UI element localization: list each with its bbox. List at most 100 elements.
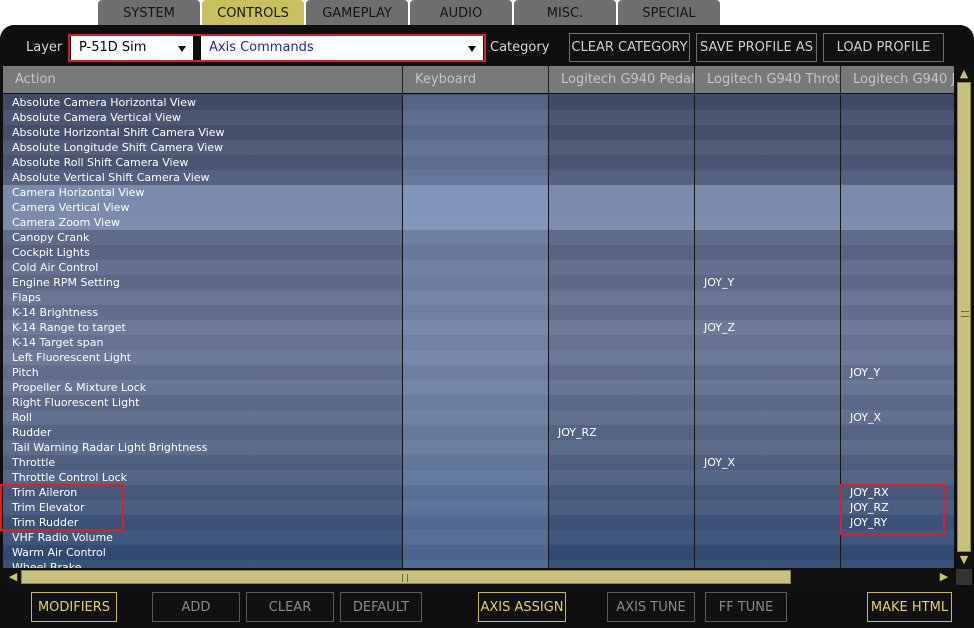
action-cell[interactable]: Flaps [3,290,403,305]
throttle-cell[interactable] [695,95,841,110]
pedals-cell[interactable] [549,230,695,245]
keyboard-cell[interactable] [403,470,549,485]
tab-misc[interactable]: MISC. [514,0,616,27]
keyboard-cell[interactable] [403,485,549,500]
keyboard-cell[interactable] [403,95,549,110]
action-cell[interactable]: Absolute Roll Shift Camera View [3,155,403,170]
keyboard-cell[interactable] [403,200,549,215]
pedals-cell[interactable] [549,335,695,350]
horizontal-scrollbar[interactable]: ◀ ▶ [3,569,954,585]
scroll-down-icon[interactable]: ▼ [956,552,972,568]
joystick-cell[interactable]: JOY_RY [841,515,954,530]
keyboard-cell[interactable] [403,185,549,200]
vertical-scroll-thumb[interactable] [957,82,971,552]
column-header-keyboard[interactable]: Keyboard [403,66,549,94]
table-row[interactable]: Trim Elevator JOY_RZ [3,500,954,515]
pedals-cell[interactable] [549,275,695,290]
joystick-cell[interactable] [841,305,954,320]
action-cell[interactable]: Absolute Camera Vertical View [3,110,403,125]
pedals-cell[interactable] [549,380,695,395]
pedals-cell[interactable] [549,470,695,485]
joystick-cell[interactable] [841,335,954,350]
pedals-cell[interactable] [549,485,695,500]
throttle-cell[interactable] [695,140,841,155]
column-header-throttle[interactable]: Logitech G940 Throttle [695,66,841,94]
joystick-cell[interactable] [841,230,954,245]
pedals-cell[interactable] [549,395,695,410]
pedals-cell[interactable] [549,515,695,530]
keyboard-cell[interactable] [403,560,549,568]
keyboard-cell[interactable] [403,320,549,335]
joystick-cell[interactable] [841,560,954,568]
action-cell[interactable]: Camera Horizontal View [3,185,403,200]
table-row[interactable]: Engine RPM Setting JOY_Y [3,275,954,290]
add-button[interactable]: ADD [152,592,240,622]
pedals-cell[interactable] [549,350,695,365]
table-row[interactable]: K-14 Range to target JOY_Z [3,320,954,335]
table-row[interactable]: Wheel Brake [3,560,954,568]
pedals-cell[interactable] [549,215,695,230]
throttle-cell[interactable] [695,500,841,515]
axis-tune-button[interactable]: AXIS TUNE [607,592,695,622]
keyboard-cell[interactable] [403,530,549,545]
tab-special[interactable]: SPECIAL [618,0,720,27]
joystick-cell[interactable] [841,110,954,125]
pedals-cell[interactable] [549,410,695,425]
table-row[interactable]: K-14 Target span [3,335,954,350]
throttle-cell[interactable] [695,170,841,185]
default-button[interactable]: DEFAULT [340,592,422,622]
joystick-cell[interactable] [841,470,954,485]
joystick-cell[interactable] [841,440,954,455]
keyboard-cell[interactable] [403,260,549,275]
table-row[interactable]: Right Fluorescent Light [3,395,954,410]
action-cell[interactable]: Trim Elevator [3,500,403,515]
pedals-cell[interactable] [549,530,695,545]
table-row[interactable]: Trim Rudder JOY_RY [3,515,954,530]
joystick-cell[interactable] [841,170,954,185]
throttle-cell[interactable] [695,230,841,245]
table-row[interactable]: Throttle Control Lock [3,470,954,485]
table-row[interactable]: Absolute Camera Vertical View [3,110,954,125]
pedals-cell[interactable] [549,95,695,110]
pedals-cell[interactable] [549,320,695,335]
throttle-cell[interactable] [695,515,841,530]
throttle-cell[interactable] [695,200,841,215]
table-row[interactable]: Propeller & Mixture Lock [3,380,954,395]
joystick-cell[interactable] [841,275,954,290]
action-cell[interactable]: Absolute Camera Horizontal View [3,95,403,110]
joystick-cell[interactable] [841,260,954,275]
table-row[interactable]: Camera Horizontal View [3,185,954,200]
action-cell[interactable]: Absolute Horizontal Shift Camera View [3,125,403,140]
scroll-right-icon[interactable]: ▶ [936,569,952,585]
action-cell[interactable]: Left Fluorescent Light [3,350,403,365]
keyboard-cell[interactable] [403,395,549,410]
table-row[interactable]: Rudder JOY_RZ [3,425,954,440]
throttle-cell[interactable] [695,545,841,560]
keyboard-cell[interactable] [403,170,549,185]
table-row[interactable]: Throttle JOY_X [3,455,954,470]
joystick-cell[interactable] [841,530,954,545]
action-cell[interactable]: Camera Vertical View [3,200,403,215]
throttle-cell[interactable] [695,305,841,320]
keyboard-cell[interactable] [403,140,549,155]
table-row[interactable]: Trim Aileron JOY_RX [3,485,954,500]
throttle-cell[interactable] [695,125,841,140]
table-row[interactable]: Warm Air Control [3,545,954,560]
action-cell[interactable]: Right Fluorescent Light [3,395,403,410]
joystick-cell[interactable] [841,125,954,140]
pedals-cell[interactable] [549,200,695,215]
table-row[interactable]: Camera Zoom View [3,215,954,230]
joystick-cell[interactable]: JOY_RX [841,485,954,500]
throttle-cell[interactable] [695,395,841,410]
action-cell[interactable]: VHF Radio Volume [3,530,403,545]
pedals-cell[interactable] [549,455,695,470]
joystick-cell[interactable] [841,200,954,215]
keyboard-cell[interactable] [403,440,549,455]
axis-assign-button[interactable]: AXIS ASSIGN [478,592,566,622]
action-cell[interactable]: Rudder [3,425,403,440]
pedals-cell[interactable] [549,125,695,140]
keyboard-cell[interactable] [403,215,549,230]
joystick-cell[interactable]: JOY_RZ [841,500,954,515]
pedals-cell[interactable] [549,440,695,455]
throttle-cell[interactable] [695,560,841,568]
